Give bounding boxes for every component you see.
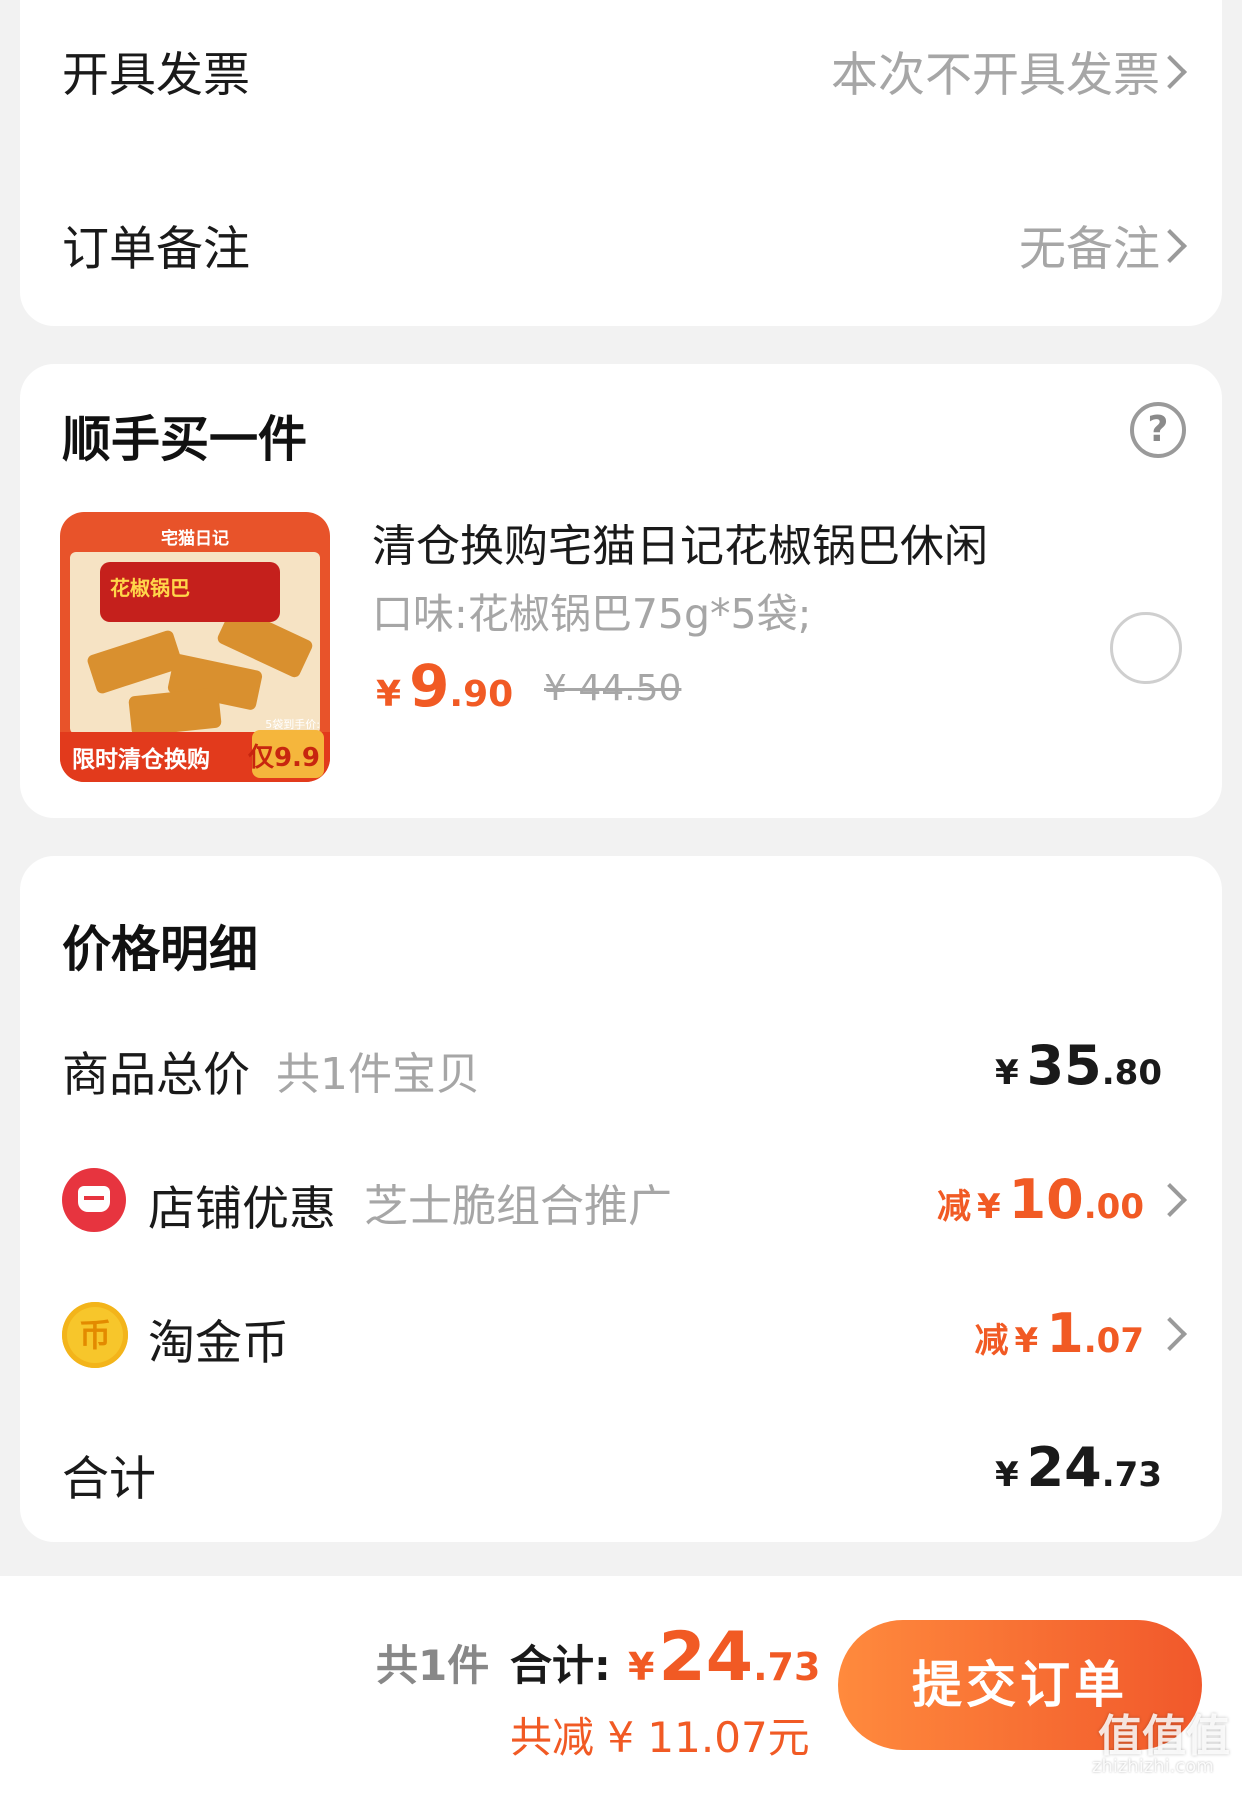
- thumb-badge-small: 5袋到手价:: [265, 718, 320, 731]
- shop-discount-amount[interactable]: 减 ¥10.00: [937, 1168, 1144, 1231]
- amount-dec: .73: [1101, 1455, 1162, 1495]
- amount-dec: .73: [753, 1645, 821, 1689]
- amount-symbol: ¥: [628, 1645, 655, 1689]
- checkout-total-label: 合计:: [510, 1641, 611, 1690]
- addon-original-price: ¥ 44.50: [544, 668, 682, 709]
- addon-title: 顺手买一件: [62, 411, 308, 468]
- amount-int: 24: [658, 1618, 754, 1697]
- amount-int: 10: [1008, 1168, 1084, 1231]
- coins-label: 淘金币: [148, 1316, 289, 1371]
- coin-icon: 币: [62, 1302, 128, 1368]
- total-label: 合计: [62, 1452, 156, 1507]
- thumb-banner-text: 限时清仓换购: [72, 747, 210, 773]
- checkout-count: 共1件: [376, 1641, 490, 1690]
- amount-symbol: ¥: [1014, 1321, 1039, 1361]
- checkout-total: ¥24.73: [628, 1618, 820, 1697]
- amount-symbol: ¥: [976, 1187, 1001, 1227]
- thumb-bag-text: 花椒锅巴: [110, 576, 190, 600]
- invoice-label: 开具发票: [62, 48, 250, 103]
- addon-product-image[interactable]: 宅猫日记 花椒锅巴 限时清仓换购 5袋到手价: 仅9.9: [60, 512, 330, 782]
- thumb-brand: 宅猫日记: [161, 529, 229, 549]
- price-int: 9: [409, 652, 450, 720]
- shop-discount-label: 店铺优惠: [148, 1182, 336, 1237]
- coins-amount[interactable]: 减 ¥1.07: [975, 1302, 1144, 1365]
- amount-symbol: ¥: [994, 1053, 1019, 1093]
- amount-int: 35: [1026, 1034, 1102, 1097]
- watermark-site: zhizhizhi.com: [1092, 1756, 1214, 1777]
- remark-label: 订单备注: [62, 222, 250, 277]
- price-symbol: ¥: [376, 674, 402, 715]
- thumb-photo: 花椒锅巴: [70, 552, 320, 734]
- remark-value[interactable]: 无备注: [1019, 210, 1160, 279]
- checkout-saved: 共减 ¥ 11.07元: [510, 1713, 810, 1762]
- amount-int: 24: [1026, 1436, 1102, 1499]
- goods-total-amount: ¥35.80: [995, 1034, 1162, 1097]
- addon-product-price: ¥9.90: [376, 652, 513, 720]
- details-title: 价格明细: [62, 921, 259, 978]
- addon-select-radio[interactable]: [1110, 612, 1182, 684]
- amount-dec: .80: [1101, 1053, 1162, 1093]
- reduce-label: 减: [936, 1187, 971, 1227]
- amount-symbol: ¥: [994, 1455, 1019, 1495]
- watermark-logo: 值值值: [1098, 1711, 1230, 1762]
- price-dec: .90: [449, 674, 514, 715]
- goods-total-sub: 共1件宝贝: [276, 1049, 480, 1100]
- help-icon[interactable]: ?: [1130, 402, 1186, 458]
- shop-icon: [62, 1168, 126, 1232]
- amount-int: 1: [1046, 1302, 1084, 1365]
- amount-dec: .00: [1083, 1187, 1144, 1227]
- reduce-label: 减: [974, 1321, 1009, 1361]
- addon-product-spec: 口味:花椒锅巴75g*5袋;: [372, 590, 812, 638]
- invoice-value[interactable]: 本次不开具发票: [831, 36, 1160, 105]
- goods-total-label: 商品总价: [62, 1048, 250, 1103]
- amount-dec: .07: [1083, 1321, 1144, 1361]
- addon-product-title[interactable]: 清仓换购宅猫日记花椒锅巴休闲: [372, 510, 988, 574]
- thumb-badge-text: 仅9.9: [247, 743, 320, 773]
- shop-discount-sub: 芝士脆组合推广: [364, 1181, 672, 1232]
- total-amount: ¥24.73: [995, 1436, 1162, 1499]
